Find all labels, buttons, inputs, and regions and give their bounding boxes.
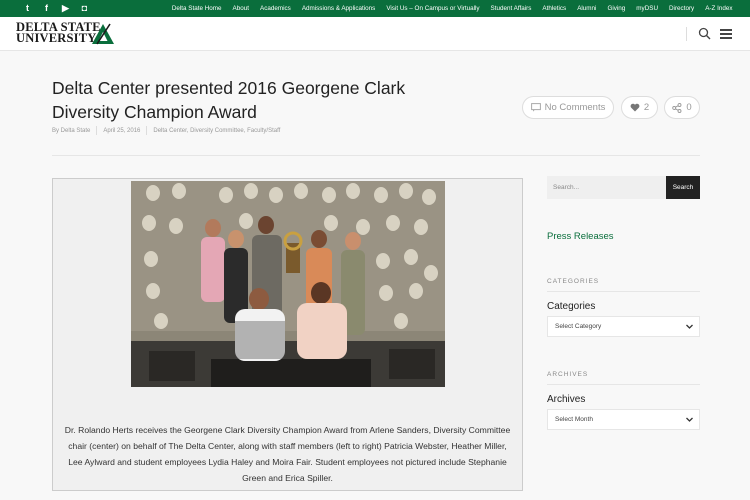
- archives-title: Archives: [547, 394, 586, 405]
- category-select[interactable]: Select Category: [547, 316, 700, 337]
- post-meta: By Delta State April 25, 2016 Delta Cent…: [52, 126, 280, 135]
- title-divider: [52, 155, 700, 156]
- likes-count: 2: [643, 102, 650, 113]
- categories-title: Categories: [547, 301, 596, 312]
- post-author[interactable]: By Delta State: [52, 128, 90, 134]
- archives-select-value: Select Month: [555, 416, 593, 423]
- facebook-icon[interactable]: f: [37, 3, 56, 14]
- widget-divider: [547, 384, 700, 385]
- comment-icon: [530, 103, 541, 112]
- search-icon[interactable]: [698, 27, 711, 40]
- heart-icon: [630, 103, 640, 112]
- award-photo-illustration: [131, 181, 445, 387]
- nav-link-home[interactable]: Delta State Home: [166, 5, 227, 12]
- utility-nav: Delta State Home About Academics Admissi…: [166, 0, 738, 17]
- header-divider: [686, 27, 687, 41]
- nav-link-athletics[interactable]: Athletics: [537, 5, 572, 12]
- archives-select[interactable]: Select Month: [547, 409, 700, 430]
- university-logo[interactable]: DELTA STATE UNIVERSITY: [16, 21, 116, 48]
- archives-heading: ARCHIVES: [547, 371, 589, 378]
- hamburger-menu-icon[interactable]: [720, 29, 732, 39]
- twitter-icon[interactable]: t: [18, 3, 37, 14]
- site-header: DELTA STATE UNIVERSITY: [0, 17, 750, 51]
- chevron-down-icon: [686, 417, 693, 422]
- post-title: Delta Center presented 2016 Georgene Cla…: [52, 78, 406, 122]
- social-links: t f ▶ ◘: [18, 3, 94, 14]
- photo-caption: Dr. Rolando Herts receives the Georgene …: [64, 425, 511, 483]
- share-button[interactable]: 0: [664, 96, 700, 119]
- shares-count: 0: [686, 102, 692, 113]
- nav-link-alumni[interactable]: Alumni: [572, 5, 602, 12]
- nav-link-admissions[interactable]: Admissions & Applications: [296, 5, 381, 12]
- award-photo[interactable]: [131, 181, 445, 387]
- search-input[interactable]: Search...: [547, 176, 666, 199]
- nav-link-az-index[interactable]: A-Z Index: [700, 5, 738, 12]
- utility-bar: t f ▶ ◘ Delta State Home About Academics…: [0, 0, 750, 17]
- nav-link-visit[interactable]: Visit Us – On Campus or Virtually: [381, 5, 485, 12]
- nav-link-directory[interactable]: Directory: [664, 5, 700, 12]
- comments-label: No Comments: [544, 102, 606, 113]
- press-releases-link[interactable]: Press Releases: [547, 231, 614, 242]
- nav-link-about[interactable]: About: [227, 5, 254, 12]
- like-button[interactable]: 2: [621, 96, 658, 119]
- nav-link-student-affairs[interactable]: Student Affairs: [485, 5, 537, 12]
- categories-heading: CATEGORIES: [547, 278, 600, 285]
- category-select-value: Select Category: [555, 323, 602, 330]
- nav-link-giving[interactable]: Giving: [602, 5, 631, 12]
- meta-divider: [96, 126, 98, 135]
- post-categories[interactable]: Delta Center, Diversity Committee, Facul…: [153, 128, 280, 134]
- nav-link-academics[interactable]: Academics: [255, 5, 297, 12]
- delta-logo-icon: [92, 23, 114, 45]
- youtube-icon[interactable]: ▶: [56, 3, 75, 14]
- post-date: April 25, 2016: [103, 127, 141, 134]
- post-figure: Dr. Rolando Herts receives the Georgene …: [52, 178, 523, 491]
- nav-link-mydsu[interactable]: myDSU: [631, 5, 664, 12]
- comments-button[interactable]: No Comments: [522, 96, 614, 119]
- widget-divider: [547, 291, 700, 292]
- share-icon: [672, 102, 682, 113]
- meta-divider: [146, 126, 148, 135]
- search-button[interactable]: Search: [666, 176, 700, 199]
- instagram-icon[interactable]: ◘: [75, 3, 94, 14]
- chevron-down-icon: [686, 324, 693, 329]
